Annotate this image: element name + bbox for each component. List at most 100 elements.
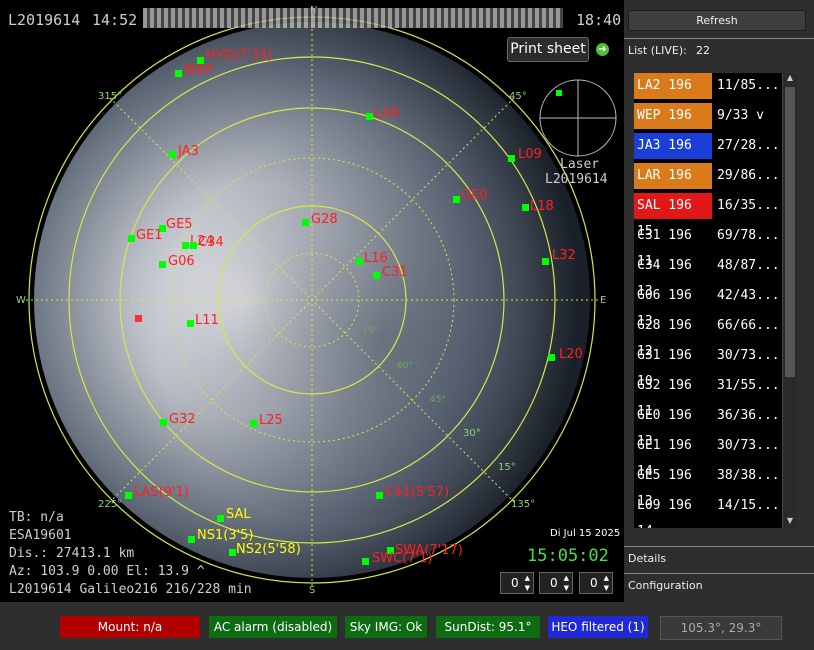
obj-marker[interactable] [362,558,369,565]
obj-label[interactable]: JA3 [177,144,199,159]
sky-svg: N S E W 315° 45° 225° 135° 30° 15° 45° 6… [16,5,617,596]
list-item[interactable]: GE1 196 14 30/73... [634,433,784,479]
stepper-arrows-icon[interactable]: ▲ ▼ [564,573,569,593]
ac-alarm-status[interactable]: AC alarm (disabled) [209,616,337,638]
obj-marker[interactable] [125,492,132,499]
stepper-arrows-icon[interactable]: ▲ ▼ [604,573,609,593]
obj-marker[interactable] [356,258,363,265]
list-item[interactable]: WEP 196 14 9/33 v [634,103,784,149]
obj-marker[interactable] [522,204,529,211]
header-time-right: 18:40 [576,11,622,29]
obj-marker[interactable] [169,151,176,158]
list-item[interactable]: LA2 196 1311/85... [634,73,784,119]
ring-label-135: 135° [511,499,535,510]
obj-label[interactable]: C41(5'57) [385,485,449,500]
target-id: ESA19601 [9,528,72,543]
obj-label[interactable]: LAR [374,106,399,121]
object-list[interactable]: LA2 196 1311/85... WEP 196 14 9/33 v JA3… [634,73,796,528]
distance: Dis.: 27413.1 km [9,546,135,561]
obj-label[interactable]: WEP [184,63,213,78]
scroll-down-icon[interactable]: ▼ [783,516,797,528]
obj-label[interactable]: C31 [382,265,408,280]
tab-list[interactable]: List (LIVE): 22 [624,38,814,61]
list-item[interactable]: C31 196 11 69/78... [634,223,784,269]
obj-label[interactable]: SAL [226,507,251,522]
obj-label[interactable]: L09 [518,147,542,162]
obj-marker[interactable] [229,549,236,556]
obj-label[interactable]: LAS(9'1) [134,485,189,500]
mount-status[interactable]: Mount: n/a [60,616,200,638]
obj-marker[interactable] [453,196,460,203]
scroll-up-icon[interactable]: ▲ [783,73,797,85]
obj-marker[interactable] [128,235,135,242]
obj-marker[interactable] [542,258,549,265]
obj-label[interactable]: L32 [552,248,576,263]
list-item[interactable]: LAR 196 1529/86... [634,163,784,209]
list-item[interactable]: JA3 196 1427/28... [634,133,784,179]
obj-marker[interactable] [175,70,182,77]
obj-label[interactable]: G32 [169,412,196,427]
obj-label[interactable]: HYD(7'33) [206,48,272,63]
obj-marker[interactable] [508,155,515,162]
stepper-arrows-icon[interactable]: ▲ ▼ [525,573,530,593]
sky-view[interactable]: N S E W 315° 45° 225° 135° 30° 15° 45° 6… [0,0,624,602]
tb-status: TB: n/a [9,510,64,525]
obj-marker[interactable] [376,492,383,499]
obj-label[interactable]: GE5 [166,217,193,232]
stepper-2[interactable]: 0 ▲ ▼ [539,572,573,594]
obj-label[interactable]: NS2(5'58) [236,542,301,557]
ring-label-30: 30° [463,428,481,439]
obj-label[interactable]: L11 [195,313,219,328]
obj-label[interactable]: SWC(7'1) [372,551,432,566]
refresh-button[interactable]: Refresh [628,10,806,31]
list-item[interactable]: G32 196 11 31/55... [634,373,784,419]
list-item[interactable]: G31 196 10 30/73... [634,343,784,389]
laser-id: L2019614 [545,172,608,187]
sky-img-status[interactable]: Sky IMG: Ok [345,616,427,638]
obj-label[interactable]: GE0 [461,188,488,203]
list-item[interactable]: GE5 196 13 38/38... [634,463,784,509]
obj-marker[interactable] [366,113,373,120]
list-item[interactable]: C34 196 13 48/87... [634,253,784,299]
obj-marker[interactable] [302,219,309,226]
obj-marker[interactable] [188,536,195,543]
list-item[interactable]: L09 196 1414/15... [634,493,784,528]
obj-label[interactable]: L16 [364,251,388,266]
list-item[interactable]: G28 196 12 66/66... [634,313,784,359]
obj-marker[interactable] [187,320,194,327]
obj-marker[interactable] [190,242,197,249]
obj-marker[interactable] [182,242,189,249]
south-label: S [309,585,315,596]
print-sheet-button[interactable]: Print sheet [507,37,589,62]
obj-marker[interactable] [373,272,380,279]
obj-marker[interactable] [250,420,257,427]
obj-label[interactable]: GE1 [136,228,163,243]
obj-label[interactable]: C34 [198,235,224,250]
heo-filter-status[interactable]: HEO filtered (1) [548,616,648,638]
stepper-1[interactable]: 0 ▲ ▼ [500,572,534,594]
tab-configuration[interactable]: Configuration [624,573,814,596]
list-scrollbar[interactable]: ▲ ▼ [782,73,797,528]
scroll-thumb[interactable] [785,87,795,377]
obj-marker[interactable] [548,354,555,361]
obj-label[interactable]: L18 [530,199,554,214]
obj-label[interactable]: G06 [168,254,195,269]
obj-marker[interactable] [160,419,167,426]
obj-label[interactable]: L20 [559,347,583,362]
pass-info: L2019614 Galileo216 216/228 min [9,582,252,597]
ring-label-15: 15° [498,462,516,473]
list-item[interactable]: GE0 196 13 36/36... [634,403,784,449]
list-item[interactable]: G06 196 13 42/43... [634,283,784,329]
sundist-status[interactable]: SunDist: 95.1° [436,616,540,638]
tab-details[interactable]: Details [624,546,814,569]
obj-label[interactable]: G28 [311,212,338,227]
target-marker[interactable] [135,315,142,322]
arrow-right-icon[interactable]: ➜ [596,43,609,56]
list-item[interactable]: SAL 196 15 16/35... [634,193,784,239]
obj-label[interactable]: L25 [259,413,283,428]
obj-marker[interactable] [217,515,224,522]
obj-marker[interactable] [159,261,166,268]
stepper-3[interactable]: 0 ▲ ▼ [579,572,613,594]
clock: 15:05:02 [527,546,609,566]
obj-label[interactable]: NS1(3'5) [197,528,254,543]
